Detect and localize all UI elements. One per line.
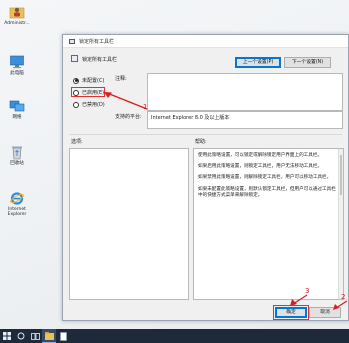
desktop-icon-label: 回收站 [10, 161, 24, 166]
policy-setting-icon [71, 55, 78, 62]
ok-button[interactable]: 确定 [275, 307, 307, 318]
radio-disabled[interactable]: 已禁用(D) [73, 101, 105, 108]
task-view-icon[interactable] [28, 329, 42, 343]
user-folder-icon [9, 7, 25, 19]
desktop-icon-this-pc[interactable]: 此电脑 [3, 54, 31, 77]
supported-on-field: Internet Explorer 8.0 及以上版本 [147, 111, 343, 129]
help-paragraph: 如果禁用此策略设置，则解除锁定工具栏，用户可以移动工具栏。 [198, 175, 332, 181]
desktop-icon-label: 网络 [12, 115, 22, 120]
radio-not-configured[interactable]: 未配置(C) [73, 77, 104, 84]
radio-label: 未配置(C) [82, 78, 105, 84]
search-icon[interactable] [14, 329, 28, 343]
annotation-arrow-3 [290, 294, 308, 306]
scrollbar-thumb[interactable] [340, 155, 342, 195]
annotation-step-1: 1 [143, 103, 148, 111]
desktop-icon-label: Administr... [4, 21, 30, 26]
supported-on-label: 支持的平台: [115, 114, 142, 120]
help-scrollbar[interactable] [338, 149, 343, 299]
desktop-icon-administrator[interactable]: Administr... [3, 4, 31, 27]
help-paragraph: 使用此策略设置，可以锁定或解除锁定用户界面上的工具栏。 [198, 153, 323, 158]
windows-start-icon[interactable] [0, 329, 14, 343]
enabled-highlight-box [71, 87, 105, 97]
supported-on-value: Internet Explorer 8.0 及以上版本 [151, 115, 230, 121]
policy-icon [69, 39, 75, 44]
radio-dot[interactable] [73, 77, 79, 84]
dialog-titlebar[interactable]: 锁定所有工具栏 [63, 35, 348, 48]
file-explorer-icon[interactable] [42, 329, 56, 343]
network-icon [9, 100, 25, 112]
recycle-bin-icon [12, 146, 22, 160]
document-icon[interactable] [56, 329, 70, 343]
help-paragraph: 如果未配置此策略设置，则默认锁定工具栏，但用户可以通过工具栏中的快捷方式菜单来解… [198, 186, 336, 198]
computer-icon [10, 55, 24, 69]
next-setting-button[interactable]: 下一个设置(N) [284, 57, 331, 68]
radio-dot[interactable] [73, 101, 79, 108]
desktop-icon-recycle-bin[interactable]: 回收站 [3, 144, 31, 167]
desktop-icon-internet-explorer[interactable]: Internet Explorer [3, 190, 31, 218]
dialog-title: 锁定所有工具栏 [79, 39, 115, 45]
comment-label: 注释: [115, 76, 127, 82]
annotation-arrow-2 [333, 300, 348, 310]
help-pane[interactable]: 使用此策略设置，可以锁定或解除锁定用户界面上的工具栏。 如果启用此策略设置，则锁… [193, 148, 344, 300]
taskbar [0, 329, 349, 343]
options-label: 选项: [71, 139, 83, 145]
options-pane [69, 148, 189, 300]
annotation-arrow-1 [104, 92, 148, 110]
desktop-icon-label: 此电脑 [10, 71, 24, 76]
section-divider [69, 134, 342, 135]
previous-setting-button[interactable]: 上一个设置(P) [235, 57, 281, 68]
help-paragraph: 如果启用此策略设置，则锁定工具栏，用户无法移动工具栏。 [198, 164, 323, 170]
desktop-icon-label: Internet Explorer [7, 207, 27, 217]
help-label: 帮助: [195, 139, 207, 145]
desktop-icon-network[interactable]: 网络 [3, 98, 31, 121]
policy-name: 锁定所有工具栏 [82, 57, 118, 63]
policy-setting-dialog: 锁定所有工具栏 锁定所有工具栏 上一个设置(P) 下一个设置(N) 未配置(C)… [62, 34, 349, 321]
internet-explorer-icon [10, 192, 24, 205]
comment-textbox[interactable] [147, 73, 343, 111]
